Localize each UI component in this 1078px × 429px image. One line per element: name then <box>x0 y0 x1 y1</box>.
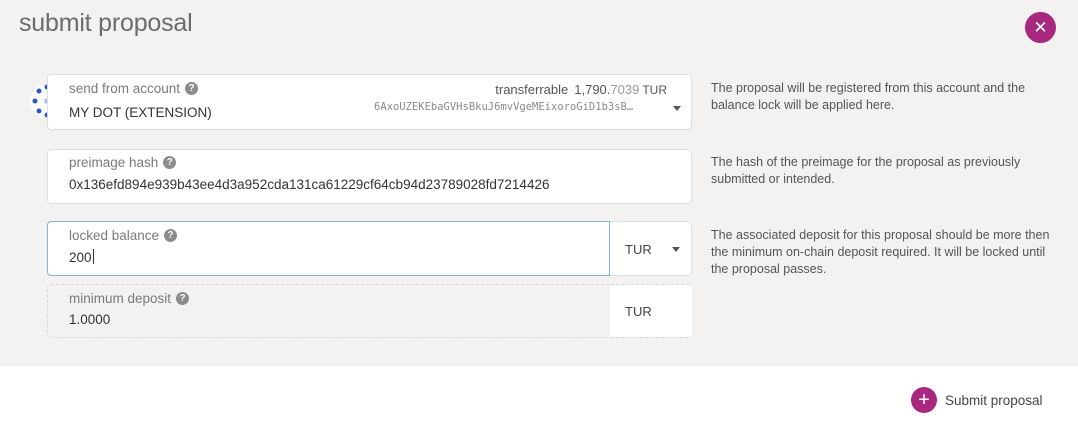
chevron-down-icon <box>673 106 681 111</box>
chevron-down-icon <box>672 247 680 252</box>
preimage-hash-input[interactable]: 0x136efd894e939b43ee4d3a952cda131ca61229… <box>69 177 549 192</box>
help-icon[interactable]: ? <box>185 82 199 95</box>
minimum-deposit-unit: TUR <box>625 304 652 319</box>
locked-balance-unit-dropdown[interactable]: TUR <box>610 221 692 276</box>
locked-balance-input[interactable]: 200 <box>69 250 92 265</box>
preimage-hint: The hash of the preimage for the proposa… <box>711 155 1021 186</box>
transferable-balance: transferrable 1,790.7039 TUR <box>495 82 667 97</box>
minimum-deposit-value: 1.0000 <box>69 312 111 327</box>
close-icon: ✕ <box>1033 18 1048 37</box>
transferable-unit: TUR <box>642 83 667 97</box>
modal-body: submit proposal ✕ send from account ? tr… <box>0 0 1078 366</box>
minimum-deposit-field: minimum deposit ? 1.0000 <box>47 284 692 338</box>
locked-balance-field[interactable]: locked balance ? 200 <box>47 221 610 276</box>
preimage-label: preimage hash <box>69 155 159 170</box>
locked-balance-input-wrap[interactable]: 200 <box>69 249 94 265</box>
submit-proposal-button[interactable]: + Submit proposal <box>911 387 1043 413</box>
account-dropdown[interactable]: send from account ? transferrable 1,790.… <box>47 74 692 130</box>
help-icon[interactable]: ? <box>164 229 178 242</box>
locked-balance-hint: The associated deposit for this proposal… <box>711 228 1050 276</box>
account-hint: The proposal will be registered from thi… <box>711 81 1026 112</box>
account-name: MY DOT (EXTENSION) <box>69 105 212 120</box>
close-button[interactable]: ✕ <box>1025 12 1056 43</box>
text-cursor <box>92 249 94 264</box>
transferable-label: transferrable <box>495 82 569 97</box>
locked-balance-label: locked balance <box>69 228 160 243</box>
transferable-dec: 7039 <box>610 82 640 97</box>
transferable-int: 1,790. <box>574 82 611 97</box>
minimum-deposit-unit-box: TUR <box>610 285 692 337</box>
locked-balance-unit: TUR <box>625 242 652 257</box>
account-address: 6AxoUZEKEbaGVHsBkuJ6mvVgeMEixoroGiD1b3sB… <box>374 101 634 113</box>
plus-icon: + <box>911 387 937 413</box>
help-icon[interactable]: ? <box>163 156 177 169</box>
account-label: send from account <box>69 81 181 96</box>
minimum-deposit-label: minimum deposit <box>69 291 172 306</box>
preimage-hash-field[interactable]: preimage hash ? 0x136efd894e939b43ee4d3a… <box>47 149 692 204</box>
help-icon[interactable]: ? <box>176 292 190 305</box>
submit-proposal-label: Submit proposal <box>945 392 1043 408</box>
modal-title: submit proposal <box>19 9 193 37</box>
